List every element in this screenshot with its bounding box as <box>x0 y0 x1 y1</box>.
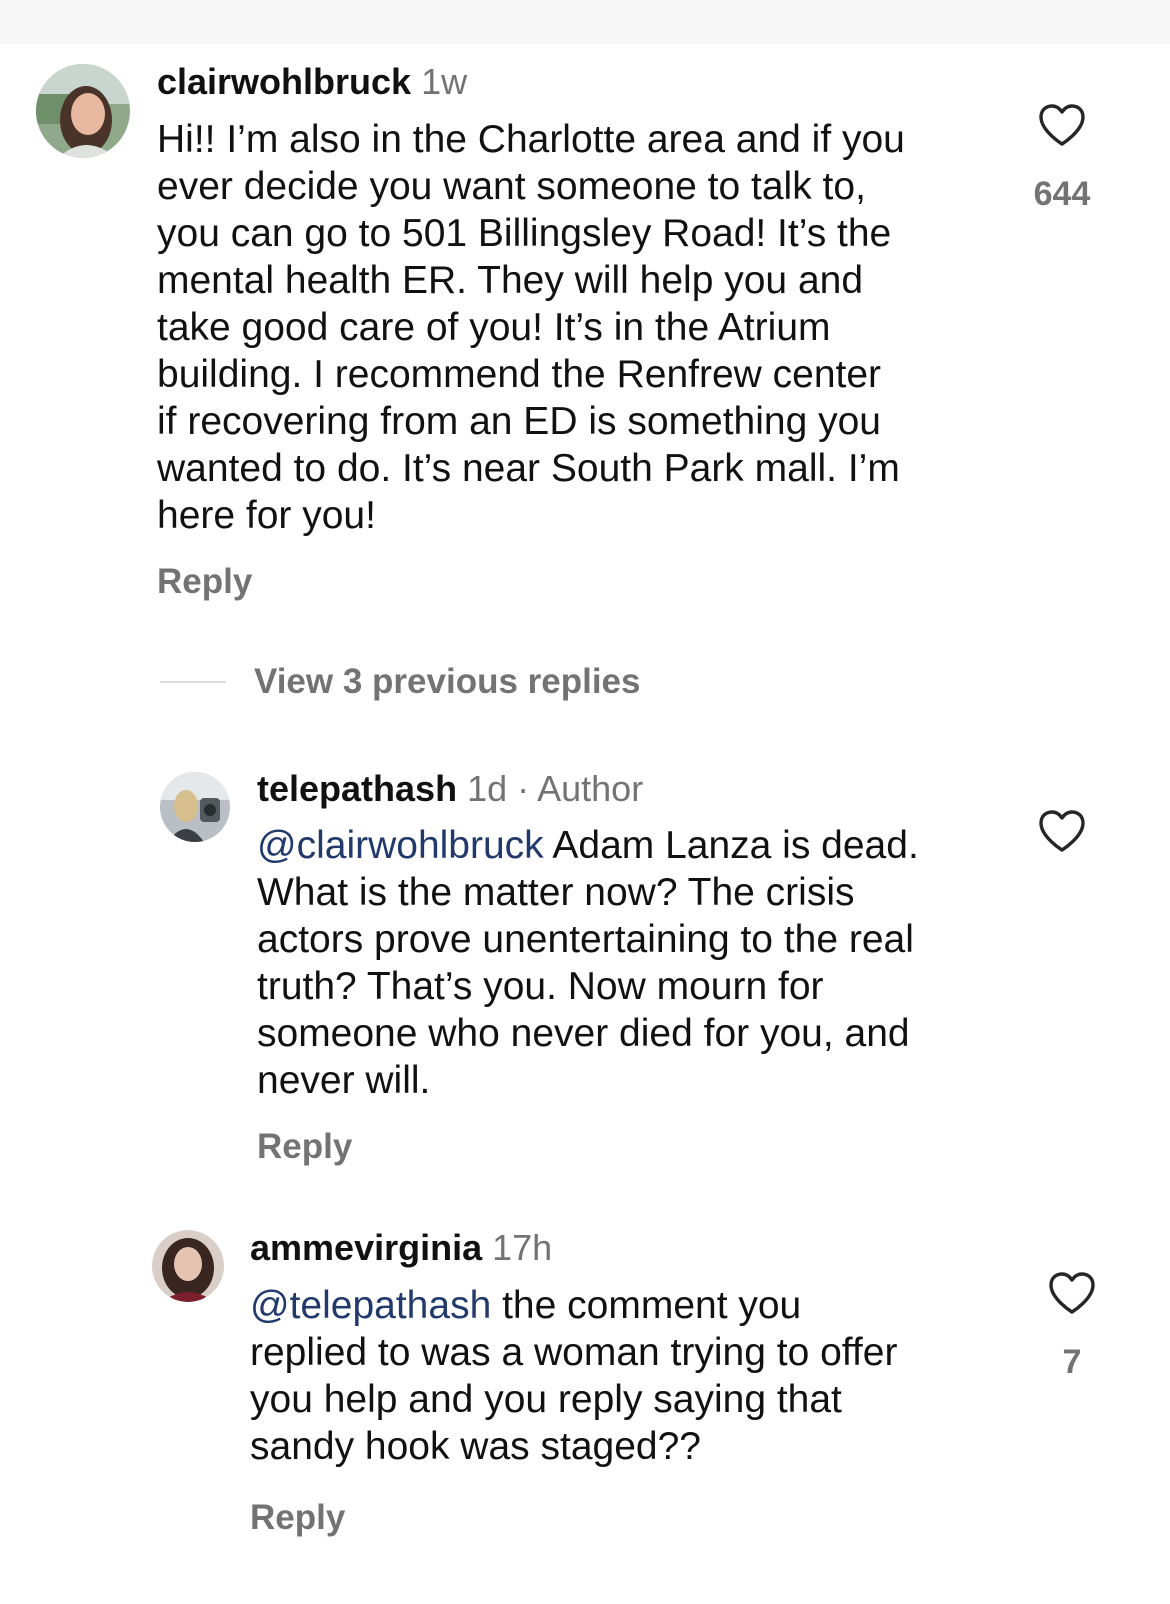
timestamp: 17h <box>492 1227 553 1268</box>
comment-line: @telepathash the comment you <box>250 1282 897 1329</box>
comment-meta: telepathash 1d · Author <box>257 767 643 811</box>
comment-line: actors prove unentertaining to the real <box>257 918 914 961</box>
comment-line: truth? That’s you. Now mourn for <box>257 965 824 1008</box>
like-button[interactable] <box>1042 1270 1102 1316</box>
like-count: 644 <box>1033 175 1091 213</box>
comment-line: building. I recommend the Renfrew center <box>157 353 882 396</box>
mention-link[interactable]: @telepathash <box>250 1284 491 1327</box>
avatar-photo <box>160 772 230 842</box>
comment-meta: clairwohlbruck 1w <box>157 60 467 104</box>
comment-line: mental health ER. They will help you and <box>157 259 864 302</box>
comment-meta: ammevirginia 17h <box>250 1226 552 1270</box>
comment-line: never will. <box>257 1059 431 1102</box>
comment-line: sandy hook was staged?? <box>250 1425 701 1468</box>
reply-button[interactable]: Reply <box>257 1125 352 1169</box>
timestamp: 1w <box>421 61 468 102</box>
avatar[interactable] <box>152 1230 224 1302</box>
comment-line: wanted to do. It’s near South Park mall.… <box>157 447 900 490</box>
avatar[interactable] <box>160 772 230 842</box>
view-replies-label: View 3 previous replies <box>254 662 641 701</box>
view-previous-replies[interactable]: View 3 previous replies <box>160 660 641 704</box>
like-count: 7 <box>1062 1343 1082 1381</box>
comment-text: @clairwohlbruck Adam Lanza is dead. What… <box>257 822 919 1104</box>
avatar-photo <box>36 64 130 158</box>
reply-button[interactable]: Reply <box>250 1496 345 1540</box>
comment-line: if recovering from an ED is something yo… <box>157 400 881 443</box>
like-button[interactable] <box>1032 102 1092 148</box>
heart-outline-icon <box>1039 810 1085 852</box>
heart-outline-icon <box>1039 104 1085 146</box>
comment-line: take good care of you! It’s in the Atriu… <box>157 306 831 349</box>
username[interactable]: telepathash <box>257 768 457 809</box>
timestamp: 1d · Author <box>467 768 644 809</box>
comment-text: Hi!! I’m also in the Charlotte area and … <box>157 116 905 539</box>
mention-link[interactable]: @clairwohlbruck <box>257 824 544 867</box>
divider-line <box>160 681 226 683</box>
avatar[interactable] <box>36 64 130 158</box>
comment-line: What is the matter now? The crisis <box>257 871 855 914</box>
avatar-photo <box>152 1230 224 1302</box>
username[interactable]: ammevirginia <box>250 1227 482 1268</box>
comment-line-rest: Adam Lanza is dead. <box>543 824 919 867</box>
top-fade <box>0 0 1170 44</box>
comment-line: ever decide you want someone to talk to, <box>157 165 866 208</box>
comment-line: @clairwohlbruck Adam Lanza is dead. <box>257 822 919 869</box>
comment-line: you can go to 501 Billingsley Road! It’s… <box>157 212 892 255</box>
comment-line: Hi!! I’m also in the Charlotte area and … <box>157 118 905 161</box>
heart-outline-icon <box>1049 1272 1095 1314</box>
reply-button[interactable]: Reply <box>157 560 252 604</box>
comment-line: you help and you reply saying that <box>250 1378 842 1421</box>
comment-line: someone who never died for you, and <box>257 1012 910 1055</box>
comment-line: here for you! <box>157 494 376 537</box>
like-button[interactable] <box>1032 808 1092 854</box>
username[interactable]: clairwohlbruck <box>157 61 411 102</box>
comment-line: replied to was a woman trying to offer <box>250 1331 898 1374</box>
comment-text: @telepathash the comment you replied to … <box>250 1282 897 1470</box>
comment-line-rest: the comment you <box>491 1284 802 1327</box>
